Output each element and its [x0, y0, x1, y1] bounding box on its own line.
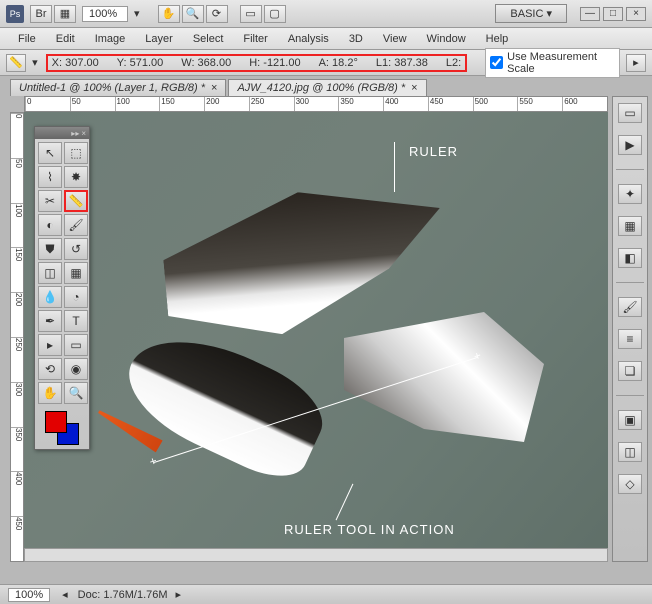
channels-panel-icon[interactable]: ◫: [618, 442, 642, 462]
3d-orbit-tool[interactable]: ◉: [64, 358, 88, 380]
status-bar: 100% ◂ Doc: 1.76M/1.76M ▸: [0, 584, 652, 604]
bridge-button[interactable]: Br: [30, 5, 52, 23]
type-tool[interactable]: T: [64, 310, 88, 332]
close-tab-icon[interactable]: ×: [211, 82, 217, 94]
gradient-tool[interactable]: ▦: [64, 262, 88, 284]
shape-tool[interactable]: ▭: [64, 334, 88, 356]
menu-analysis[interactable]: Analysis: [278, 31, 339, 47]
zoom-dropdown-icon[interactable]: ▾: [134, 7, 140, 20]
spot-heal-tool[interactable]: ◐: [38, 214, 62, 236]
tools-panel-header[interactable]: ▸▸×: [35, 127, 89, 139]
styles-panel-icon[interactable]: ▣: [618, 410, 642, 430]
readout-h: H: -121.00: [249, 57, 300, 69]
ruler-tool-icon[interactable]: 📏: [6, 54, 26, 72]
menu-layer[interactable]: Layer: [135, 31, 183, 47]
paragraph-panel-icon[interactable]: ❏: [618, 361, 642, 381]
brushes-panel-icon[interactable]: 🖌: [618, 297, 642, 317]
dodge-tool[interactable]: ◔: [64, 286, 88, 308]
workspace-switcher[interactable]: BASIC ▾: [495, 4, 567, 23]
readout-x: X: 307.00: [52, 57, 99, 69]
tools-panel[interactable]: ▸▸× ↖ ⬚ ⌇ ✸ ✂ 📏 ◐ 🖌 ⛊ ↺ ◫ ▦ 💧 ◔ ✒ T ▸ ▭ …: [34, 126, 90, 450]
readout-l1: L1: 387.38: [376, 57, 428, 69]
canvas[interactable]: RULER RULER TOOL IN ACTION: [24, 112, 608, 562]
menu-image[interactable]: Image: [85, 31, 136, 47]
menu-help[interactable]: Help: [476, 31, 519, 47]
color-swatches: [35, 407, 89, 449]
status-doc-info[interactable]: Doc: 1.76M/1.76M: [78, 589, 168, 601]
readout-l2: L2:: [446, 57, 461, 69]
menu-3d[interactable]: 3D: [339, 31, 373, 47]
menu-select[interactable]: Select: [183, 31, 234, 47]
lasso-tool[interactable]: ⌇: [38, 166, 62, 188]
foreground-color[interactable]: [45, 411, 67, 433]
annotation-line: [394, 142, 395, 192]
actions-panel-icon[interactable]: ▶: [618, 135, 642, 155]
swatches-panel-icon[interactable]: ▦: [618, 216, 642, 236]
horizontal-scrollbar[interactable]: [24, 548, 608, 562]
zoom-level[interactable]: 100%: [82, 6, 128, 22]
close-tab-icon[interactable]: ×: [411, 82, 417, 94]
use-measurement-scale-checkbox[interactable]: Use Measurement Scale: [485, 48, 620, 78]
brush-tool[interactable]: 🖌: [64, 214, 88, 236]
hand-tool-button[interactable]: ✋: [158, 5, 180, 23]
history-brush-tool[interactable]: ↺: [64, 238, 88, 260]
minimize-button[interactable]: —: [580, 7, 600, 21]
readout-w: W: 368.00: [181, 57, 231, 69]
vertical-ruler: 050100150200250300350400450: [10, 112, 24, 562]
measurement-readout: X: 307.00 Y: 571.00 W: 368.00 H: -121.00…: [46, 54, 467, 72]
rotate-view-button[interactable]: ⟳: [206, 5, 228, 23]
menu-view[interactable]: View: [373, 31, 417, 47]
zoom-tool-button[interactable]: 🔍: [182, 5, 204, 23]
annotation-action-label: RULER TOOL IN ACTION: [284, 522, 455, 537]
status-chevron-icon[interactable]: ◂: [62, 588, 68, 601]
measurement-scale-input[interactable]: [490, 56, 503, 69]
dropdown-icon[interactable]: ▾: [32, 56, 38, 69]
3d-rotate-tool[interactable]: ⟲: [38, 358, 62, 380]
app-icon: Ps: [6, 5, 24, 23]
char-panel-icon[interactable]: ≡: [618, 329, 642, 349]
navigator-panel-icon[interactable]: ✦: [618, 184, 642, 204]
document-tab-bar: Untitled-1 @ 100% (Layer 1, RGB/8) *× AJ…: [0, 76, 652, 96]
path-select-tool[interactable]: ▸: [38, 334, 62, 356]
ruler-tool[interactable]: 📏: [64, 190, 88, 212]
horizontal-ruler: 050100150200250300350400450500550600: [24, 96, 608, 112]
hand-tool[interactable]: ✋: [38, 382, 62, 404]
options-bar: 📏 ▾ X: 307.00 Y: 571.00 W: 368.00 H: -12…: [0, 50, 652, 76]
right-panel-dock[interactable]: ▭ ▶ ✦ ▦ ◧ 🖌 ≡ ❏ ▣ ◫ ◇: [612, 96, 648, 562]
crop-tool[interactable]: ✂: [38, 190, 62, 212]
menu-edit[interactable]: Edit: [46, 31, 85, 47]
maximize-button[interactable]: □: [603, 7, 623, 21]
document-tab[interactable]: Untitled-1 @ 100% (Layer 1, RGB/8) *×: [10, 79, 226, 96]
workspace: 050100150200250300350400450500550600 050…: [0, 96, 652, 586]
blur-tool[interactable]: 💧: [38, 286, 62, 308]
grid-view-button[interactable]: ▦: [54, 5, 76, 23]
options-overflow-button[interactable]: ▸: [626, 54, 646, 72]
screen-mode-button[interactable]: ▢: [264, 5, 286, 23]
layers-panel-icon[interactable]: ◧: [618, 248, 642, 268]
readout-a: A: 18.2°: [319, 57, 358, 69]
measurement-scale-label: Use Measurement Scale: [507, 51, 615, 75]
bird-photo: [104, 192, 524, 492]
annotation-ruler-label: RULER: [409, 144, 458, 159]
menu-window[interactable]: Window: [417, 31, 476, 47]
marquee-tool[interactable]: ⬚: [64, 142, 88, 164]
arrange-docs-button[interactable]: ▭: [240, 5, 262, 23]
status-menu-icon[interactable]: ▸: [176, 588, 182, 601]
stamp-tool[interactable]: ⛊: [38, 238, 62, 260]
close-button[interactable]: ×: [626, 7, 646, 21]
history-panel-icon[interactable]: ▭: [618, 103, 642, 123]
eraser-tool[interactable]: ◫: [38, 262, 62, 284]
zoom-tool[interactable]: 🔍: [64, 382, 88, 404]
title-bar: Ps Br ▦ 100% ▾ ✋ 🔍 ⟳ ▭ ▢ BASIC ▾ — □ ×: [0, 0, 652, 28]
paths-panel-icon[interactable]: ◇: [618, 474, 642, 494]
menu-file[interactable]: File: [8, 31, 46, 47]
pen-tool[interactable]: ✒: [38, 310, 62, 332]
menu-filter[interactable]: Filter: [233, 31, 277, 47]
move-tool[interactable]: ↖: [38, 142, 62, 164]
status-zoom[interactable]: 100%: [8, 588, 50, 602]
document-tab[interactable]: AJW_4120.jpg @ 100% (RGB/8) *×: [228, 79, 426, 96]
quick-select-tool[interactable]: ✸: [64, 166, 88, 188]
readout-y: Y: 571.00: [117, 57, 164, 69]
